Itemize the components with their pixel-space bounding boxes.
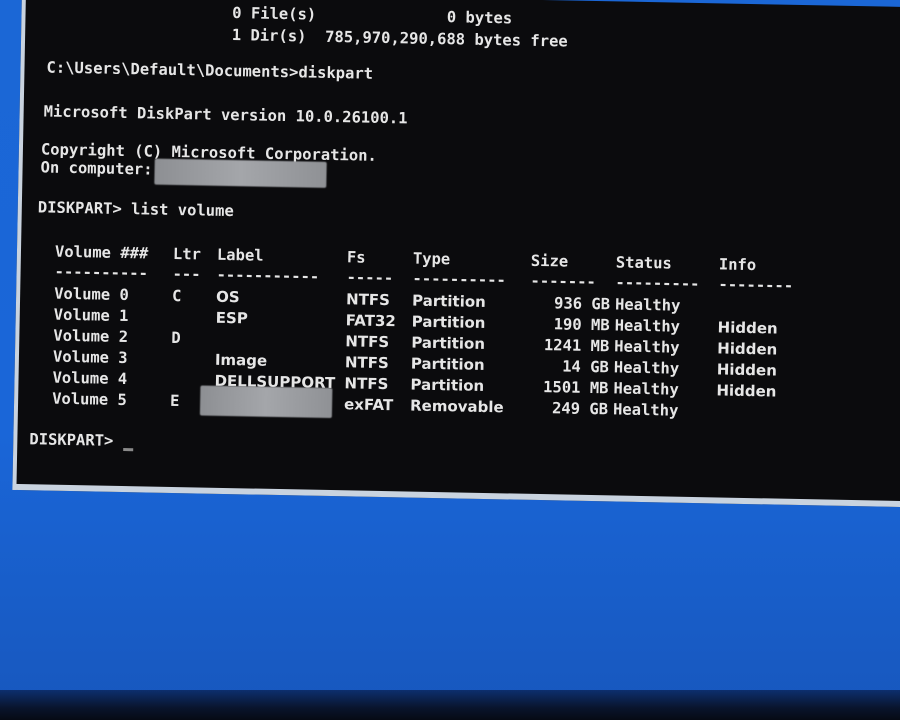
- header-label: Label: [216, 245, 264, 265]
- row-0-status: Healthy: [614, 295, 681, 315]
- row-1-status: Healthy: [614, 316, 681, 336]
- monitor-bezel: [0, 690, 900, 720]
- list-volume-command: DISKPART> list volume: [37, 198, 234, 221]
- redacted-volume-5-label: [199, 385, 333, 419]
- row-0-ltr: C: [171, 286, 182, 306]
- dash-fs: -----: [346, 268, 394, 288]
- row-0-volume: Volume 0: [54, 284, 129, 305]
- row-4-volume: Volume 4: [52, 368, 128, 389]
- header-status: Status: [615, 253, 673, 273]
- row-2-status: Healthy: [614, 337, 680, 357]
- row-3-label: Image: [214, 350, 268, 370]
- row-0-label: OS: [215, 287, 240, 307]
- row-1-size: 190 MB: [553, 315, 610, 335]
- header-fs: Fs: [346, 248, 366, 267]
- dash-volume: ----------: [54, 262, 149, 283]
- row-4-type: Partition: [410, 375, 485, 395]
- dash-type: ----------: [412, 269, 507, 290]
- row-1-volume: Volume 1: [53, 305, 129, 326]
- row-2-ltr: D: [171, 328, 181, 348]
- row-3-type: Partition: [410, 354, 485, 374]
- on-computer-label: On computer:: [40, 158, 153, 179]
- dash-label: -----------: [216, 265, 320, 286]
- row-4-status: Healthy: [613, 379, 679, 399]
- row-2-volume: Volume 2: [53, 326, 129, 347]
- row-4-info: Hidden: [716, 381, 777, 401]
- row-3-status: Healthy: [613, 358, 680, 378]
- row-1-info: Hidden: [717, 318, 778, 338]
- row-2-size: 1241 MB: [543, 336, 610, 356]
- diskpart-version-line: Microsoft DiskPart version 10.0.26100.1: [43, 102, 408, 128]
- row-5-size: 249 GB: [551, 399, 609, 419]
- row-4-fs: NTFS: [344, 374, 389, 394]
- row-5-status: Healthy: [612, 400, 679, 420]
- dash-info: --------: [718, 275, 794, 295]
- command-prompt-window[interactable]: 0 File(s) 0 bytes 1 Dir(s) 785,970,290,6…: [12, 0, 900, 508]
- row-4-size: 1501 MB: [542, 378, 609, 398]
- dash-size: -------: [530, 271, 596, 292]
- redacted-computer-name: [154, 158, 327, 188]
- row-5-volume: Volume 5: [51, 389, 127, 410]
- files-summary-line: 0 File(s) 0 bytes: [157, 2, 513, 28]
- row-0-fs: NTFS: [345, 290, 391, 310]
- row-3-info: Hidden: [716, 360, 778, 380]
- desktop-screen: 0 File(s) 0 bytes 1 Dir(s) 785,970,290,6…: [0, 0, 900, 720]
- header-ltr: Ltr: [172, 244, 202, 264]
- dash-status: ---------: [615, 273, 700, 294]
- row-2-info: Hidden: [717, 339, 778, 359]
- row-3-fs: NTFS: [344, 353, 389, 373]
- row-0-type: Partition: [411, 291, 486, 311]
- row-1-fs: FAT32: [345, 311, 396, 331]
- row-5-ltr: E: [169, 391, 180, 411]
- header-size: Size: [530, 251, 569, 271]
- diskpart-prompt[interactable]: DISKPART>: [29, 430, 113, 450]
- row-3-size: 14 GB: [562, 357, 610, 377]
- row-3-volume: Volume 3: [52, 347, 128, 368]
- header-type: Type: [412, 249, 451, 269]
- dirs-summary-line: 1 Dir(s) 785,970,290,688 bytes free: [157, 24, 568, 51]
- dash-ltr: ---: [172, 264, 201, 284]
- row-1-type: Partition: [411, 312, 486, 332]
- header-volume: Volume ###: [54, 242, 149, 263]
- row-0-size: 936 GB: [553, 294, 611, 314]
- row-2-type: Partition: [411, 333, 486, 353]
- text-cursor: [123, 448, 134, 452]
- header-info: Info: [718, 255, 757, 275]
- cd-prompt-line: C:\Users\Default\Documents>diskpart: [46, 58, 374, 83]
- row-1-label: ESP: [215, 308, 248, 328]
- row-5-type: Removable: [409, 396, 504, 417]
- row-2-fs: NTFS: [345, 332, 390, 352]
- row-5-fs: exFAT: [343, 395, 394, 415]
